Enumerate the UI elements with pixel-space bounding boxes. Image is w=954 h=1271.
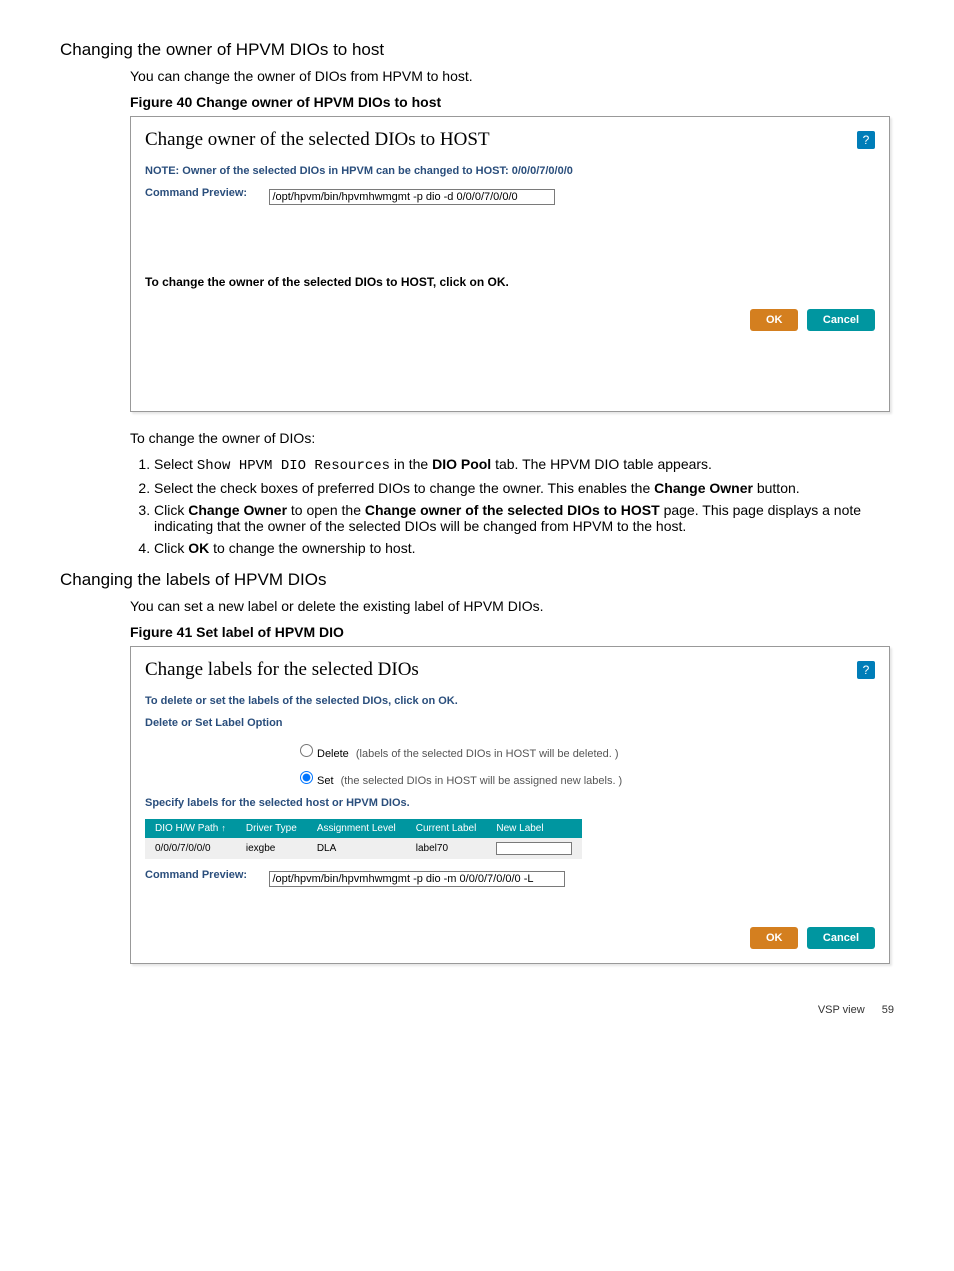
dio-table: DIO H/W Path↑ Driver Type Assignment Lev… [145,819,582,859]
set-radio-row: Set (the selected DIOs in HOST will be a… [295,768,875,787]
cell-new-label [486,838,582,859]
section-heading-change-owner: Changing the owner of HPVM DIOs to host [60,40,894,60]
dialog-title-2: Change labels for the selected DIOs [145,659,419,681]
delete-set-option-label: Delete or Set Label Option [145,717,295,729]
intro-text: You can change the owner of DIOs from HP… [130,68,894,84]
step-1: Select Show HPVM DIO Resources in the DI… [154,456,894,474]
cell-assign: DLA [307,838,406,859]
figure-41-caption: Figure 41 Set label of HPVM DIO [130,624,894,640]
figure-41-box: Change labels for the selected DIOs ? To… [130,646,890,964]
help-icon[interactable]: ? [857,661,875,679]
figure-40-caption: Figure 40 Change owner of HPVM DIOs to h… [130,94,894,110]
figure-40-box: Change owner of the selected DIOs to HOS… [130,116,890,412]
specify-labels-text: Specify labels for the selected host or … [145,797,875,809]
cancel-button[interactable]: Cancel [807,927,875,949]
section-heading-change-labels: Changing the labels of HPVM DIOs [60,570,894,590]
command-preview-label: Command Preview: [145,187,265,199]
steps-intro: To change the owner of DIOs: [130,430,894,446]
intro-text-2: You can set a new label or delete the ex… [130,598,894,614]
footer-page-number: 59 [882,1004,894,1016]
sort-arrow-icon: ↑ [221,823,226,833]
command-preview-input-2[interactable] [269,871,565,887]
note-text: NOTE: Owner of the selected DIOs in HPVM… [145,165,875,177]
ok-button[interactable]: OK [750,927,799,949]
cell-driver: iexgbe [236,838,307,859]
step-3: Click Change Owner to open the Change ow… [154,502,894,534]
col-new-label[interactable]: New Label [486,819,582,838]
ok-button[interactable]: OK [750,309,799,331]
col-driver-type[interactable]: Driver Type [236,819,307,838]
cell-current: label70 [406,838,487,859]
instruction-top: To delete or set the labels of the selec… [145,695,875,707]
step-4: Click OK to change the ownership to host… [154,540,894,556]
page-footer: VSP view 59 [60,1004,894,1016]
dialog-title: Change owner of the selected DIOs to HOS… [145,129,490,151]
help-icon[interactable]: ? [857,131,875,149]
button-row-2: OK Cancel [145,927,875,949]
table-row: 0/0/0/7/0/0/0 iexgbe DLA label70 [145,838,582,859]
button-row: OK Cancel [145,309,875,331]
instruction-text: To change the owner of the selected DIOs… [145,275,875,289]
set-radio[interactable] [300,771,313,784]
col-current-label[interactable]: Current Label [406,819,487,838]
step-2: Select the check boxes of preferred DIOs… [154,480,894,496]
delete-radio-row: Delete (labels of the selected DIOs in H… [295,741,875,760]
command-preview-label-2: Command Preview: [145,869,265,881]
col-assignment-level[interactable]: Assignment Level [307,819,406,838]
cancel-button[interactable]: Cancel [807,309,875,331]
new-label-input[interactable] [496,842,572,855]
command-preview-input[interactable] [269,189,555,205]
cell-hw-path: 0/0/0/7/0/0/0 [145,838,236,859]
footer-section: VSP view [818,1004,865,1016]
col-hw-path[interactable]: DIO H/W Path↑ [145,819,236,838]
delete-radio[interactable] [300,744,313,757]
steps-list: Select Show HPVM DIO Resources in the DI… [130,456,894,556]
